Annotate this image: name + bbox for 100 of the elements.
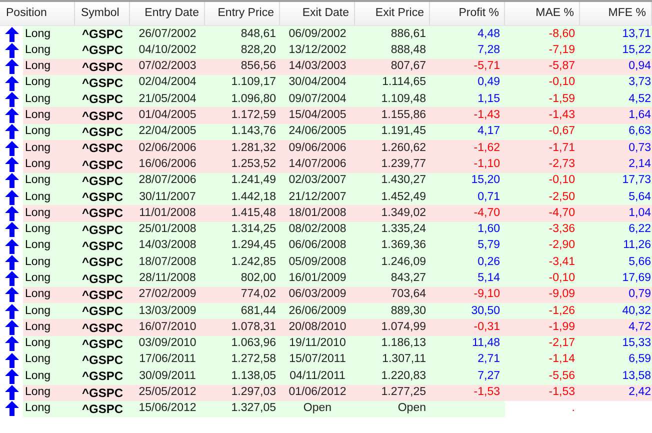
table-cell: 04/10/2002 (130, 42, 205, 59)
table-cell: 14/07/2006 (280, 156, 355, 173)
table-cell: Open (355, 400, 430, 418)
table-cell: 18/01/2008 (280, 205, 355, 222)
table-cell: 1.294,45 (205, 238, 280, 254)
table-cell: 19/11/2010 (280, 336, 355, 352)
table-cell: 04/11/2011 (280, 368, 355, 385)
table-cell: 1.253,52 (205, 156, 280, 173)
table-cell: -0,10 (505, 270, 580, 287)
table-cell: 2,71 (430, 352, 505, 368)
arrow-up-icon (4, 254, 18, 270)
table-cell: 11,48 (430, 336, 505, 352)
table-cell: 24/06/2005 (280, 124, 355, 140)
table-cell: -4,70 (505, 205, 580, 222)
table-cell: 1.063,96 (205, 336, 280, 352)
arrow-up-icon (4, 206, 18, 221)
table-cell: 1.307,11 (355, 352, 430, 368)
table-cell: 02/06/2006 (130, 140, 205, 156)
arrow-up-icon (4, 271, 18, 286)
table-cell: 22/04/2005 (130, 124, 205, 140)
table-cell: 774,02 (205, 286, 280, 304)
table-cell: 1.335,24 (355, 222, 430, 238)
column-header[interactable]: Symbol (75, 2, 130, 25)
table-cell: 0,94 (580, 58, 652, 75)
table-cell: 1.369,36 (355, 238, 430, 254)
table-cell: 848,61 (205, 26, 280, 42)
table-cell: Long (23, 26, 75, 42)
table-cell: 09/06/2006 (280, 140, 355, 156)
table-cell: 01/06/2012 (280, 384, 355, 401)
table-cell: 05/09/2008 (280, 254, 355, 270)
table-cell: -5,56 (505, 368, 580, 385)
table-cell: Long (23, 124, 75, 140)
table-cell: Long (23, 270, 75, 287)
table-cell: ^GSPC (75, 107, 130, 124)
table-cell: Long (23, 58, 75, 75)
table-cell: -1,59 (505, 91, 580, 108)
table-cell: ^GSPC (75, 319, 130, 336)
table-cell: Long (23, 286, 75, 304)
table-cell: 5,66 (580, 254, 652, 270)
table-cell: 889,30 (355, 303, 430, 320)
table-cell: -1,71 (505, 140, 580, 156)
table-cell: ^GSPC (75, 336, 130, 352)
table-cell: ^GSPC (75, 74, 130, 92)
table-cell: 30/11/2007 (130, 188, 205, 206)
table-cell: 807,67 (355, 58, 430, 75)
column-header[interactable]: Entry Price (205, 2, 280, 25)
table-cell: ^GSPC (75, 91, 130, 108)
table-cell: 13,58 (580, 368, 652, 385)
table-cell: 1.241,49 (205, 172, 280, 189)
table-cell: 1.220,83 (355, 368, 430, 385)
table-cell: 1.078,31 (205, 319, 280, 336)
table-cell: 16/07/2010 (130, 319, 205, 336)
table-cell: 11,26 (580, 238, 652, 254)
table-cell: 1.186,13 (355, 336, 430, 352)
table-cell: 1,04 (580, 205, 652, 222)
table-cell: 1.277,25 (355, 384, 430, 401)
column-header[interactable]: Exit Date (280, 2, 355, 25)
table-cell: 25/05/2012 (130, 384, 205, 401)
table-cell: -1,53 (430, 384, 505, 401)
table-cell: 0,71 (430, 188, 505, 206)
column-header[interactable]: Profit % (430, 2, 505, 25)
table-cell: -0,67 (505, 124, 580, 140)
table-cell: 1.096,80 (205, 91, 280, 108)
table-cell: 15,33 (580, 336, 652, 352)
table-cell: 21/05/2004 (130, 91, 205, 108)
table-cell: 07/02/2003 (130, 58, 205, 75)
table-cell: 1.109,48 (355, 91, 430, 108)
table-cell: 06/03/2009 (280, 286, 355, 304)
table-cell: 0,26 (430, 254, 505, 270)
table-cell: 856,56 (205, 58, 280, 75)
table-cell: -2,17 (505, 336, 580, 352)
column-header[interactable]: Exit Price (355, 2, 430, 25)
arrow-up-icon (4, 304, 18, 319)
table-cell: 1.452,49 (355, 188, 430, 206)
column-header[interactable]: MFE % (580, 2, 652, 25)
table-cell: ^GSPC (75, 140, 130, 156)
table-cell: 1,15 (430, 91, 505, 108)
table-cell: 27/02/2009 (130, 286, 205, 304)
table-cell: 14/03/2008 (130, 238, 205, 254)
table-cell: 1.314,25 (205, 222, 280, 238)
table-cell: Long (23, 91, 75, 108)
table-cell: ^GSPC (75, 286, 130, 304)
table-cell: 02/04/2004 (130, 74, 205, 92)
table-cell: -9,09 (505, 286, 580, 304)
column-header[interactable]: Entry Date (130, 2, 205, 25)
arrow-up-icon (4, 92, 18, 107)
table-cell: 30,50 (430, 303, 505, 320)
column-header[interactable]: MAE % (505, 2, 580, 25)
table-cell: -1,43 (505, 107, 580, 124)
table-cell: 5,79 (430, 238, 505, 254)
table-cell: 1.191,45 (355, 124, 430, 140)
arrow-up-icon (4, 108, 18, 124)
table-cell: -5,71 (430, 58, 505, 75)
table-cell: Long (23, 368, 75, 385)
table-cell: -0,10 (505, 172, 580, 189)
table-cell: ^GSPC (75, 172, 130, 189)
table-cell: 1.297,03 (205, 384, 280, 401)
table-cell: ^GSPC (75, 238, 130, 254)
arrow-up-icon (4, 336, 18, 352)
column-header[interactable]: Position (0, 2, 75, 25)
